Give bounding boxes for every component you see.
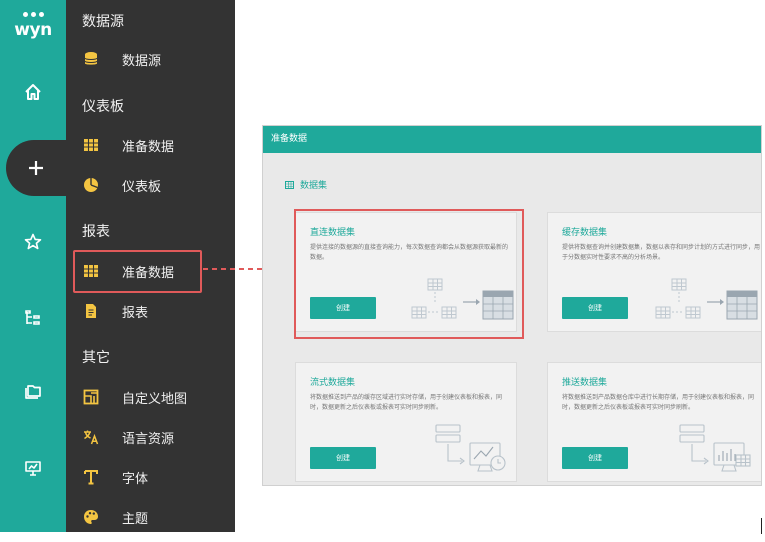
section-title-dashboard: 仪表板 (82, 99, 124, 115)
tree-icon (25, 310, 40, 325)
section-title-datasource: 数据源 (82, 14, 124, 30)
card-description: 将数据推送到产品的缓存区域进行实时存储，用于创建仪表板和报表，同时，数据更新之后… (310, 394, 503, 411)
menu-item-label: 主题 (122, 511, 149, 527)
card-title: 流式数据集 (310, 378, 356, 388)
rail-tree[interactable] (0, 296, 66, 340)
section-title-other: 其它 (82, 350, 110, 366)
database-icon (82, 50, 118, 68)
menu-item-fonts[interactable]: 字体 (66, 460, 235, 494)
menu-item-datasource[interactable]: 数据源 (66, 42, 235, 76)
palette-icon (82, 508, 118, 526)
star-icon (24, 233, 42, 250)
rail-monitor[interactable] (0, 446, 66, 490)
dataset-label: 数据集 (300, 181, 328, 191)
rail-home[interactable] (0, 70, 66, 114)
folder-icon (25, 385, 41, 399)
create-button[interactable]: 创建 (562, 297, 628, 319)
menu-item-label: 准备数据 (122, 139, 175, 155)
table-join-illustration-icon (655, 278, 758, 320)
home-icon (25, 84, 41, 100)
menu-item-custom-map[interactable]: 自定义地图 (66, 380, 235, 414)
text-cursor (761, 518, 762, 534)
menu-item-label: 字体 (122, 471, 149, 487)
dataset-tab[interactable]: 数据集 (285, 178, 327, 191)
map-icon (82, 388, 118, 406)
grid-icon (285, 180, 294, 189)
table-icon (82, 136, 118, 154)
document-icon (82, 302, 118, 320)
card-streaming-dataset: 流式数据集 将数据推送到产品的缓存区域进行实时存储，用于创建仪表板和报表，同时，… (295, 362, 517, 482)
pie-chart-icon (82, 176, 118, 194)
section-title-report: 报表 (82, 224, 110, 240)
font-icon (82, 468, 118, 486)
menu-item-report[interactable]: 报表 (66, 294, 235, 328)
card-cache-dataset: 缓存数据集 提供将数据查询并创建数据集，数据以表存和同步计划的方式进行同步，用于… (547, 212, 761, 332)
monitor-icon (25, 461, 41, 476)
menu-item-label: 语言资源 (122, 431, 175, 447)
server-to-monitor-illustration-icon (679, 424, 751, 472)
menu-item-theme[interactable]: 主题 (66, 500, 235, 534)
brand-logo[interactable]: wyn (10, 8, 56, 42)
card-title: 推送数据集 (562, 378, 608, 388)
plus-icon (29, 161, 43, 175)
menu-item-label: 数据源 (122, 53, 162, 69)
menu-item-language-resources[interactable]: 语言资源 (66, 420, 235, 454)
menu-item-label: 自定义地图 (122, 391, 188, 407)
card-description: 将数据推送到产品数据仓库中进行长期存储，用于创建仪表板和报表，同时，数据更新之后… (562, 394, 755, 411)
menu-item-highlight (73, 250, 202, 293)
create-button[interactable]: 创建 (562, 447, 628, 469)
logo-dots (10, 8, 56, 20)
menu-item-dashboard-prepare-data[interactable]: 准备数据 (66, 128, 235, 162)
rail-folder[interactable] (0, 370, 66, 414)
card-title: 缓存数据集 (562, 228, 608, 238)
server-to-monitor-illustration-icon (435, 424, 506, 472)
logo-text: wyn (14, 20, 52, 40)
create-button[interactable]: 创建 (310, 447, 376, 469)
left-rail: wyn (0, 0, 66, 532)
menu-item-label: 仪表板 (122, 179, 162, 195)
card-description: 提供将数据查询并创建数据集，数据以表存和同步计划的方式进行同步，用于分数据实时性… (562, 244, 761, 261)
card-push-dataset: 推送数据集 将数据推送到产品数据仓库中进行长期存储，用于创建仪表板和报表，同时，… (547, 362, 761, 482)
rail-favorites[interactable] (0, 220, 66, 264)
card-highlight (294, 209, 524, 339)
menu-item-label: 报表 (122, 305, 149, 321)
menu-item-dashboard[interactable]: 仪表板 (66, 168, 235, 202)
translate-icon (82, 428, 118, 446)
rail-create[interactable] (6, 140, 66, 196)
panel-header: 准备数据 (263, 126, 761, 153)
